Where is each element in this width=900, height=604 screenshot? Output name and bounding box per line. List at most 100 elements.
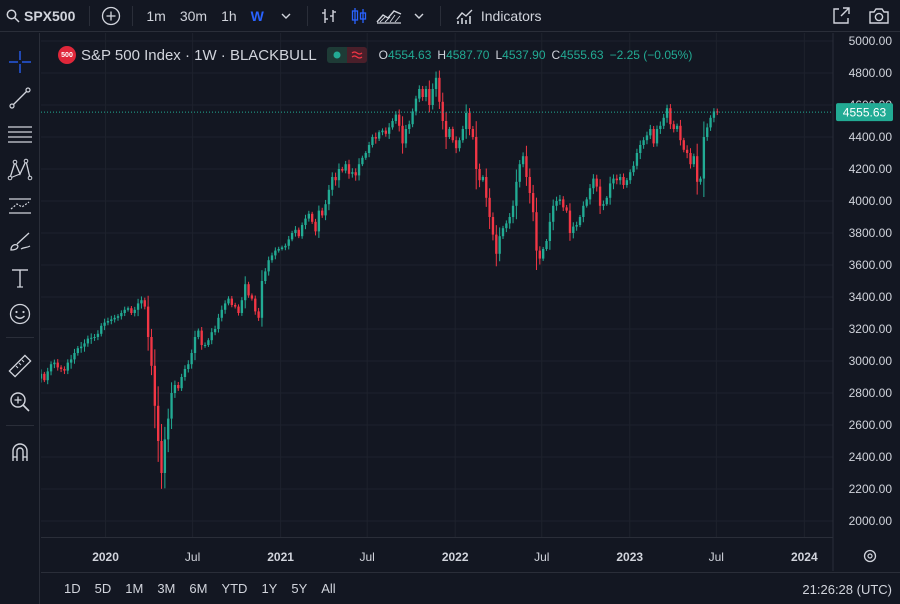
candle-body: [267, 260, 270, 272]
toolbar-divider: [6, 337, 34, 338]
market-status[interactable]: [326, 47, 367, 63]
candle-body: [682, 140, 685, 150]
candle-body: [384, 130, 387, 134]
x-tick-label: Jul: [709, 550, 724, 564]
fullscreen-button[interactable]: [826, 0, 856, 32]
indicators-button[interactable]: Indicators: [447, 0, 550, 32]
candle-body: [451, 129, 454, 141]
high-value: 4587.70: [446, 48, 490, 62]
candle-body: [180, 377, 183, 389]
timeframe-1m[interactable]: 1m: [139, 0, 172, 32]
candle-body: [106, 321, 110, 323]
candle-body: [86, 338, 90, 344]
area-chart-type-button[interactable]: [374, 0, 404, 32]
plus-circle-icon: [102, 6, 121, 25]
crosshair-tool[interactable]: [5, 47, 35, 77]
candle-body: [578, 217, 582, 225]
candle-body: [257, 311, 260, 318]
candle-body: [361, 157, 364, 165]
timeframe-30m[interactable]: 30m: [173, 0, 214, 32]
chart-pane[interactable]: 2000.00 2200.00 2400.00 2600.00 2800.00 3000.…: [41, 33, 900, 571]
candle-body: [364, 153, 367, 158]
candle-body: [200, 330, 203, 345]
pattern-tool[interactable]: [5, 155, 35, 185]
candle-body: [367, 145, 371, 153]
range-1d[interactable]: 1D: [57, 581, 88, 596]
timeframe-dropdown-button[interactable]: [271, 0, 301, 32]
range-6m[interactable]: 6M: [182, 581, 214, 596]
candle-body: [458, 140, 461, 149]
trend-line-tool[interactable]: [5, 83, 35, 113]
candle-body: [46, 371, 49, 381]
candle-body: [133, 309, 136, 313]
price-chart[interactable]: 2000.00 2200.00 2400.00 2600.00 2800.00 3000.…: [41, 33, 900, 571]
candle-body: [63, 369, 66, 371]
magnet-tool[interactable]: [5, 437, 35, 467]
range-1y[interactable]: 1Y: [254, 581, 284, 596]
candle-body: [505, 223, 508, 229]
candle-body: [394, 114, 398, 121]
legend-title[interactable]: S&P 500 Index · 1W · BLACKBULL: [81, 47, 317, 64]
magnet-icon: [12, 443, 28, 461]
fib-retracement-tool[interactable]: [5, 119, 35, 149]
candle-body: [157, 405, 160, 441]
candle-body: [699, 178, 702, 182]
candle-body: [424, 89, 428, 97]
brush-tool[interactable]: [5, 227, 35, 257]
candle-body: [558, 199, 562, 201]
range-all[interactable]: All: [314, 581, 342, 596]
candlestick-icon: [351, 7, 367, 24]
candle-body: [434, 77, 438, 89]
trend-line-icon: [9, 87, 31, 109]
zoom-in-tool[interactable]: [5, 387, 35, 417]
utc-clock[interactable]: 21:26:28 (UTC): [802, 573, 892, 604]
chart-type-dropdown-button[interactable]: [404, 0, 434, 32]
candle-body: [612, 178, 615, 184]
candle-body: [418, 89, 421, 99]
timeframe-1h[interactable]: 1h: [214, 0, 244, 32]
y-tick-label: 3600.00: [849, 258, 893, 272]
range-5d[interactable]: 5D: [88, 581, 119, 596]
candle-body: [652, 129, 655, 144]
range-ytd[interactable]: YTD: [214, 581, 254, 596]
candle-body: [284, 245, 287, 248]
candle-body: [307, 213, 310, 219]
candle-body: [421, 89, 424, 97]
icon-tool[interactable]: [5, 299, 35, 329]
y-tick-label: 4400.00: [849, 130, 893, 144]
symbol-search-button[interactable]: SPX500: [0, 0, 83, 32]
change-value: −2.25 (−0.05%): [609, 48, 693, 62]
time-axis[interactable]: 2020 Jul 2021 Jul 2022 Jul 2023 Jul 2024: [41, 537, 877, 565]
text-tool[interactable]: [5, 263, 35, 293]
compare-symbol-button[interactable]: [96, 0, 126, 32]
chevron-down-icon: [414, 13, 424, 19]
low-value: 4537.90: [502, 48, 546, 62]
chevron-down-icon: [281, 13, 291, 19]
candle-body: [659, 125, 662, 129]
candle-body: [123, 309, 126, 313]
candle-body: [431, 89, 434, 105]
snapshot-button[interactable]: [864, 0, 894, 32]
candle-body: [126, 308, 130, 310]
range-5y[interactable]: 5Y: [284, 581, 314, 596]
last-price-label: 4555.63: [843, 106, 887, 120]
bar-chart-type-button[interactable]: [314, 0, 344, 32]
candle-body: [136, 303, 140, 310]
prediction-tool[interactable]: [5, 191, 35, 221]
y-tick-label: 5000.00: [849, 34, 893, 48]
candle-body: [53, 362, 56, 365]
y-tick-label: 2000.00: [849, 514, 893, 528]
measure-tool[interactable]: [5, 351, 35, 381]
range-1m[interactable]: 1M: [118, 581, 150, 596]
candle-body: [153, 365, 156, 406]
price-axis[interactable]: 2000.00 2200.00 2400.00 2600.00 2800.00 3000.…: [832, 33, 900, 571]
market-open-dot-icon: [326, 47, 347, 63]
range-3m[interactable]: 3M: [150, 581, 182, 596]
candle-body: [478, 169, 481, 181]
candles-chart-type-button[interactable]: [344, 0, 374, 32]
candle-body: [337, 169, 341, 181]
timeframe-w[interactable]: W: [244, 0, 271, 32]
area-chart-icon: [376, 9, 402, 24]
drawing-toolbar: [0, 33, 40, 604]
candle-body: [130, 308, 133, 313]
